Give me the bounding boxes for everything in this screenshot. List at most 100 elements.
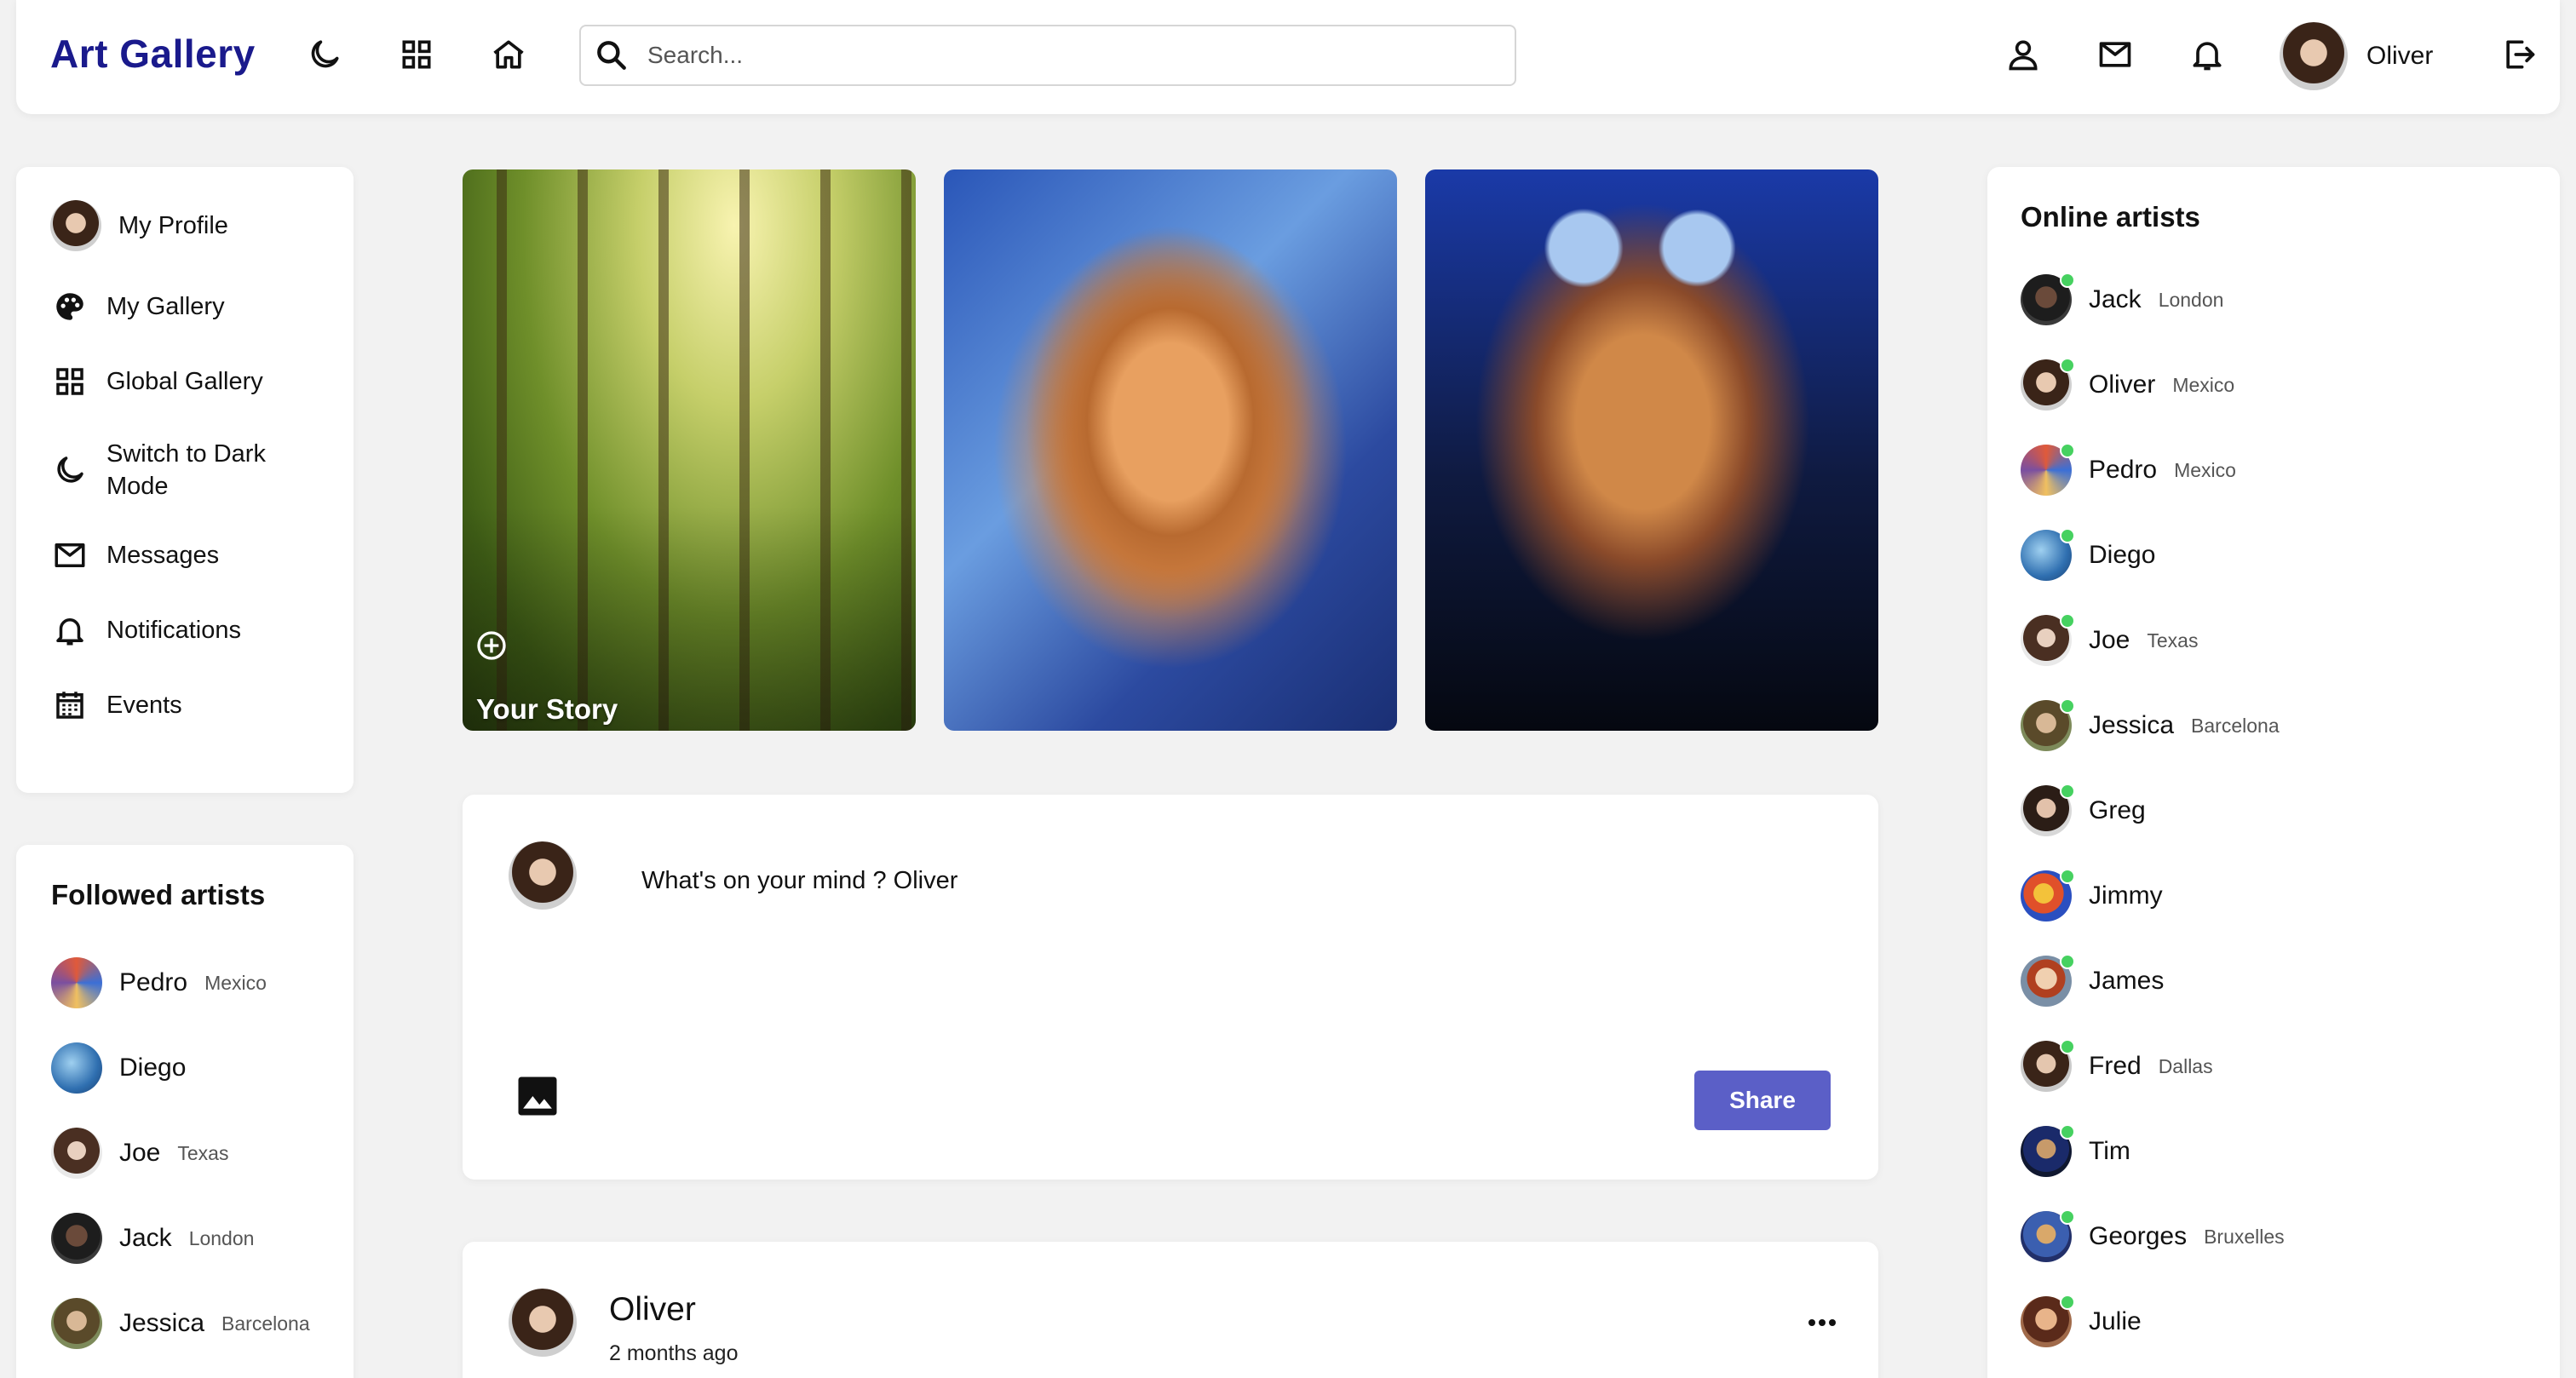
sidebar-item-my-profile[interactable]: My Profile xyxy=(50,200,228,251)
post-card: Oliver 2 months ago xyxy=(463,1242,1878,1378)
sidebar-item-global-gallery[interactable]: Global Gallery xyxy=(50,362,263,401)
mail-icon xyxy=(50,536,89,575)
sidebar-menu: My Profile My Gallery Global Gallery Swi… xyxy=(16,167,354,793)
story-artwork[interactable] xyxy=(944,169,1397,731)
followed-artist-item[interactable]: Diego xyxy=(51,1042,186,1094)
online-indicator xyxy=(2060,358,2075,373)
avatar xyxy=(2021,528,2075,581)
online-artist-item[interactable]: Julie xyxy=(2021,1295,2142,1347)
top-navbar: Art Gallery Oliver xyxy=(16,0,2560,114)
online-artist-item[interactable]: Jimmy xyxy=(2021,869,2163,922)
artist-location: Mexico xyxy=(204,971,267,994)
person-icon[interactable] xyxy=(2003,34,2044,75)
online-artist-item[interactable]: Georges Bruxelles xyxy=(2021,1209,2285,1262)
sidebar-item-label: Switch to Dark Mode xyxy=(106,440,266,500)
artist-name: Georges xyxy=(2089,1222,2188,1250)
artist-location: Dallas xyxy=(2158,1054,2213,1077)
avatar xyxy=(51,1298,102,1349)
sidebar-item-label: My Gallery xyxy=(106,293,225,320)
home-icon[interactable] xyxy=(488,34,529,75)
avatar xyxy=(2021,358,2075,411)
online-artist-item[interactable]: Greg xyxy=(2021,784,2146,836)
avatar xyxy=(2021,273,2075,325)
logout-icon[interactable] xyxy=(2498,34,2539,75)
sidebar-item-label: Notifications xyxy=(106,617,241,644)
online-artists-panel: Online artists Jack London Oliver Mexico… xyxy=(1987,167,2560,1378)
more-options-icon[interactable] xyxy=(1797,1310,1848,1335)
artist-location: Bruxelles xyxy=(2204,1225,2285,1248)
online-indicator xyxy=(2060,443,2075,458)
artist-location: London xyxy=(2158,288,2224,311)
avatar xyxy=(2280,22,2348,90)
artist-name: Diego xyxy=(119,1054,187,1082)
sidebar-item-events[interactable]: Events xyxy=(50,686,182,725)
artist-location: Barcelona xyxy=(221,1312,310,1335)
artist-name: Pedro xyxy=(2089,456,2158,484)
moon-icon xyxy=(50,451,89,490)
avatar xyxy=(2021,698,2075,751)
online-indicator xyxy=(2060,698,2075,714)
online-indicator xyxy=(2060,1039,2075,1054)
sidebar-item-label: Messages xyxy=(106,542,220,569)
sidebar-item-messages[interactable]: Messages xyxy=(50,536,219,575)
grid-icon[interactable] xyxy=(396,34,437,75)
online-indicator xyxy=(2060,273,2075,288)
sidebar-item-dark-mode[interactable]: Switch to Dark Mode xyxy=(50,438,302,502)
story-your-story[interactable]: Your Story xyxy=(463,169,916,731)
share-button[interactable]: Share xyxy=(1694,1071,1831,1130)
sidebar-item-notifications[interactable]: Notifications xyxy=(50,611,241,650)
search-bar xyxy=(579,25,1516,86)
online-artist-item[interactable]: James xyxy=(2021,954,2165,1007)
online-artist-item[interactable]: Tim xyxy=(2021,1124,2130,1177)
followed-artist-item[interactable]: Pedro Mexico xyxy=(51,957,267,1008)
artist-name: Oliver xyxy=(2089,370,2156,399)
artist-location: Mexico xyxy=(2174,458,2236,481)
online-artist-item[interactable]: Jack London xyxy=(2021,273,2224,325)
artist-location: Texas xyxy=(177,1141,229,1164)
mail-icon[interactable] xyxy=(2095,34,2136,75)
post-author[interactable]: Oliver xyxy=(609,1291,696,1329)
palette-icon xyxy=(50,287,89,326)
artist-location: Texas xyxy=(2147,629,2199,652)
avatar xyxy=(51,957,102,1008)
avatar xyxy=(509,841,577,910)
online-artist-item[interactable]: Oliver Mexico xyxy=(2021,358,2235,411)
online-artist-item[interactable]: Pedro Mexico xyxy=(2021,443,2236,496)
sidebar-item-label: Global Gallery xyxy=(106,368,263,395)
artist-name: James xyxy=(2089,967,2165,995)
panel-title: Followed artists xyxy=(51,879,266,910)
online-artist-item[interactable]: Joe Texas xyxy=(2021,613,2199,666)
artist-name: Jack xyxy=(2089,285,2142,313)
image-icon[interactable] xyxy=(515,1073,561,1119)
online-indicator xyxy=(2060,613,2075,629)
artist-name: Fred xyxy=(2089,1052,2142,1080)
followed-artist-item[interactable]: Joe Texas xyxy=(51,1128,228,1179)
followed-artist-item[interactable]: Jessica Barcelona xyxy=(51,1298,310,1349)
artist-name: Greg xyxy=(2089,796,2146,824)
avatar xyxy=(51,1213,102,1264)
sidebar-item-my-gallery[interactable]: My Gallery xyxy=(50,287,225,326)
bell-icon[interactable] xyxy=(2187,34,2228,75)
search-icon xyxy=(597,41,626,70)
avatar xyxy=(2021,1295,2075,1347)
bell-icon xyxy=(50,611,89,650)
story-artwork[interactable] xyxy=(1425,169,1878,731)
avatar xyxy=(2021,613,2075,666)
story-label: Your Story xyxy=(476,693,618,725)
app-logo[interactable]: Art Gallery xyxy=(50,31,256,77)
online-artist-item[interactable]: Fred Dallas xyxy=(2021,1039,2213,1092)
avatar xyxy=(2021,443,2075,496)
avatar xyxy=(51,1128,102,1179)
composer-input[interactable] xyxy=(641,867,1834,895)
add-circle-icon[interactable] xyxy=(474,629,509,663)
search-input[interactable] xyxy=(647,42,1465,69)
followed-artist-item[interactable]: Jack London xyxy=(51,1213,254,1264)
avatar[interactable] xyxy=(509,1289,577,1357)
avatar xyxy=(51,1042,102,1094)
moon-icon[interactable] xyxy=(304,34,345,75)
user-menu[interactable]: Oliver xyxy=(2280,22,2433,90)
online-artist-item[interactable]: Diego xyxy=(2021,528,2155,581)
online-artist-item[interactable]: Jessica Barcelona xyxy=(2021,698,2280,751)
artist-name: Jessica xyxy=(119,1309,205,1337)
artist-location: Mexico xyxy=(2172,373,2235,396)
